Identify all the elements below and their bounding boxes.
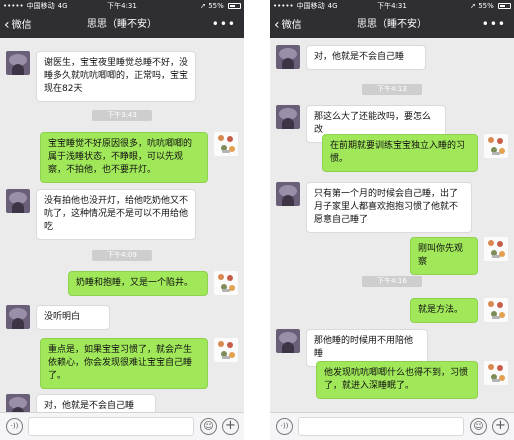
emoji-icon[interactable]: ☺ bbox=[470, 418, 487, 435]
input-bar: ·)) ☺ + bbox=[0, 412, 244, 440]
message-list[interactable]: 对，他就是不会自己睡 下午4:13 那这么大了还能改吗，要怎么改 在前期就要训练宝宝独… bbox=[270, 38, 514, 412]
phone-screen-right: ••••• 中国移动 4G 下午4:31 ➚ 55% ‹ 微信 思思（睡不安） •••… bbox=[270, 0, 514, 440]
avatar[interactable] bbox=[276, 45, 300, 69]
nav-bar: ‹ 微信 思思（睡不安） ••• bbox=[0, 12, 244, 38]
chat-bubble[interactable]: 他发现吭吭唧唧什么也得不到，习惯了，就进入深睡眠了。 bbox=[316, 361, 478, 399]
avatar[interactable] bbox=[6, 189, 30, 213]
voice-icon[interactable]: ·)) bbox=[276, 418, 293, 435]
chat-bubble[interactable]: 没听明白 bbox=[36, 305, 110, 330]
chat-title: 思思（睡不安） bbox=[357, 19, 427, 30]
status-right: ➚ 55% bbox=[200, 0, 241, 12]
avatar[interactable] bbox=[484, 361, 508, 385]
avatar[interactable] bbox=[6, 305, 30, 329]
nav-bar: ‹ 微信 思思（睡不安） ••• bbox=[270, 12, 514, 38]
back-label: 微信 bbox=[281, 20, 302, 31]
plus-icon[interactable]: + bbox=[492, 418, 509, 435]
status-bar: ••••• 中国移动 4G 下午4:31 ➚ 55% bbox=[270, 0, 514, 12]
battery-icon bbox=[228, 3, 241, 9]
avatar[interactable] bbox=[484, 237, 508, 261]
chevron-left-icon: ‹ bbox=[4, 17, 10, 33]
battery-icon bbox=[498, 3, 511, 9]
chevron-left-icon: ‹ bbox=[274, 17, 280, 33]
chat-bubble[interactable]: 刚叫你先观察 bbox=[410, 237, 478, 275]
status-bar: ••••• 中国移动 4G 下午4:31 ➚ 55% bbox=[0, 0, 244, 12]
timestamp-label: 下午3:43 bbox=[92, 110, 152, 121]
battery-fill bbox=[500, 5, 505, 7]
location-arrow-icon: ➚ bbox=[470, 2, 476, 10]
timestamp-label: 下午4:13 bbox=[362, 84, 422, 95]
avatar[interactable] bbox=[214, 338, 238, 362]
location-arrow-icon: ➚ bbox=[200, 2, 206, 10]
phone-screen-left: ••••• 中国移动 4G 下午4:31 ➚ 55% ‹ 微信 思思（睡不安） •••… bbox=[0, 0, 244, 440]
more-options-icon[interactable]: ••• bbox=[212, 12, 236, 38]
input-bar: ·)) ☺ + bbox=[270, 412, 514, 440]
avatar[interactable] bbox=[214, 271, 238, 295]
chat-bubble[interactable]: 谢医生，宝宝夜里睡觉总睡不好，没睡多久就吭吭唧唧的，正常吗，宝宝现在82天 bbox=[36, 51, 196, 102]
chat-bubble[interactable]: 就是方法。 bbox=[410, 298, 478, 323]
chat-bubble[interactable]: 在前期就要训练宝宝独立入睡的习惯。 bbox=[322, 134, 478, 172]
battery-percent: 55% bbox=[478, 2, 494, 10]
avatar[interactable] bbox=[214, 132, 238, 156]
battery-fill bbox=[230, 5, 235, 7]
message-input[interactable] bbox=[298, 417, 464, 436]
chat-bubble[interactable]: 重点是，如果宝宝习惯了，就会产生依赖心，你会发现很难让宝宝自己睡了。 bbox=[40, 338, 208, 389]
avatar[interactable] bbox=[276, 329, 300, 353]
chat-bubble[interactable]: 对，他就是不会自己睡 bbox=[306, 45, 426, 70]
avatar[interactable] bbox=[276, 182, 300, 206]
back-label: 微信 bbox=[11, 20, 32, 31]
avatar[interactable] bbox=[484, 298, 508, 322]
avatar[interactable] bbox=[484, 134, 508, 158]
plus-icon[interactable]: + bbox=[222, 418, 239, 435]
timestamp-label: 下午4:16 bbox=[362, 276, 422, 287]
chat-bubble[interactable]: 奶睡和抱睡，又是一个陷井。 bbox=[68, 271, 208, 296]
chat-bubble[interactable]: 只有第一个月的时候会自己睡，出了月子家里人都喜欢抱抱习惯了他就不愿意自己睡了 bbox=[306, 182, 472, 233]
avatar[interactable] bbox=[6, 394, 30, 412]
battery-percent: 55% bbox=[208, 2, 224, 10]
avatar[interactable] bbox=[276, 105, 300, 129]
message-list[interactable]: 谢医生，宝宝夜里睡觉总睡不好，没睡多久就吭吭唧唧的，正常吗，宝宝现在82天下午3… bbox=[0, 38, 244, 412]
avatar[interactable] bbox=[6, 51, 30, 75]
emoji-icon[interactable]: ☺ bbox=[200, 418, 217, 435]
chat-bubble[interactable]: 没有拍他也没开灯，给他吃奶他又不吭了，这种情况是不是可以不用给他吃 bbox=[36, 189, 196, 240]
chat-bubble[interactable]: 宝宝睡觉不好原因很多，吭吭唧唧的属于浅睡状态，不睁眼，可以先观察，不拍他，也不要… bbox=[40, 132, 208, 183]
message-input[interactable] bbox=[28, 417, 194, 436]
status-right: ➚ 55% bbox=[470, 0, 511, 12]
back-button[interactable]: ‹ 微信 bbox=[4, 12, 32, 38]
back-button[interactable]: ‹ 微信 bbox=[274, 12, 302, 38]
chat-title: 思思（睡不安） bbox=[87, 19, 157, 30]
timestamp-label: 下午4:09 bbox=[92, 250, 152, 261]
voice-icon[interactable]: ·)) bbox=[6, 418, 23, 435]
more-options-icon[interactable]: ••• bbox=[482, 12, 506, 38]
chat-bubble[interactable]: 对，他就是不会自己睡 bbox=[36, 394, 156, 412]
